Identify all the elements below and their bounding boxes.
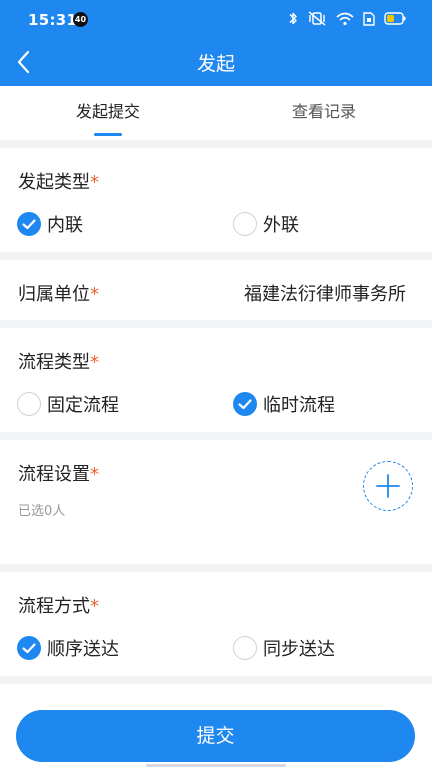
flow-type-label: 流程类型* [18,352,99,373]
submit-button[interactable]: 提交 [16,710,415,762]
required-mark: * [90,596,99,617]
status-icons [288,11,406,26]
option-label: 固定流程 [47,395,119,416]
option-internal[interactable]: 内联 [17,211,83,237]
page-title: 发起 [196,53,235,75]
option-fixed-flow[interactable]: 固定流程 [17,391,119,417]
flow-setting-section: 流程设置* 已选0人 [0,440,432,564]
option-sequential[interactable]: 顺序送达 [17,635,119,661]
tab-records[interactable]: 查看记录 [216,86,432,140]
required-mark: * [90,284,99,305]
flow-mode-section: 流程方式* 顺序送达 同步送达 [0,572,432,676]
radio-unchecked-icon [233,212,257,236]
status-bar: 15:31 40 [0,0,432,38]
selected-count: 已选0人 [18,504,66,519]
option-synchronous[interactable]: 同步送达 [233,635,335,661]
unit-label: 归属单位* [18,284,99,305]
vibrate-mute-icon [308,11,326,26]
app-header: 发起 [0,38,432,86]
battery-icon [384,12,406,25]
sim-card-icon [363,11,375,26]
active-tab-indicator [94,133,122,136]
initiate-type-label: 发起类型* [18,172,99,193]
notification-badge: 40 [73,12,88,27]
option-external[interactable]: 外联 [233,211,299,237]
flow-setting-label: 流程设置* [18,464,99,485]
option-temporary-flow[interactable]: 临时流程 [233,391,335,417]
tab-bar: 发起提交 查看记录 [0,86,432,140]
tab-submit[interactable]: 发起提交 [0,86,216,140]
radio-checked-icon [17,636,41,660]
radio-checked-icon [233,392,257,416]
option-label: 外联 [263,215,299,236]
home-indicator[interactable] [146,764,286,767]
wifi-icon [336,12,354,25]
unit-section[interactable]: 归属单位* 福建法衍律师事务所 [0,260,432,320]
unit-value: 福建法衍律师事务所 [244,284,406,305]
required-mark: * [90,172,99,193]
add-approver-button[interactable] [363,461,413,511]
flow-type-section: 流程类型* 固定流程 临时流程 [0,328,432,432]
option-label: 顺序送达 [47,639,119,660]
flow-mode-label: 流程方式* [18,596,99,617]
bluetooth-icon [289,12,297,25]
radio-unchecked-icon [17,392,41,416]
radio-unchecked-icon [233,636,257,660]
app-top-bar: 15:31 40 发起 [0,0,432,86]
plus-icon [376,474,400,498]
initiate-type-section: 发起类型* 内联 外联 [0,148,432,252]
option-label: 内联 [47,215,83,236]
required-mark: * [90,464,99,485]
option-label: 同步送达 [263,639,335,660]
radio-checked-icon [17,212,41,236]
status-time: 15:31 [28,11,78,29]
option-label: 临时流程 [263,395,335,416]
submit-bar: 提交 [0,684,432,768]
required-mark: * [90,352,99,373]
